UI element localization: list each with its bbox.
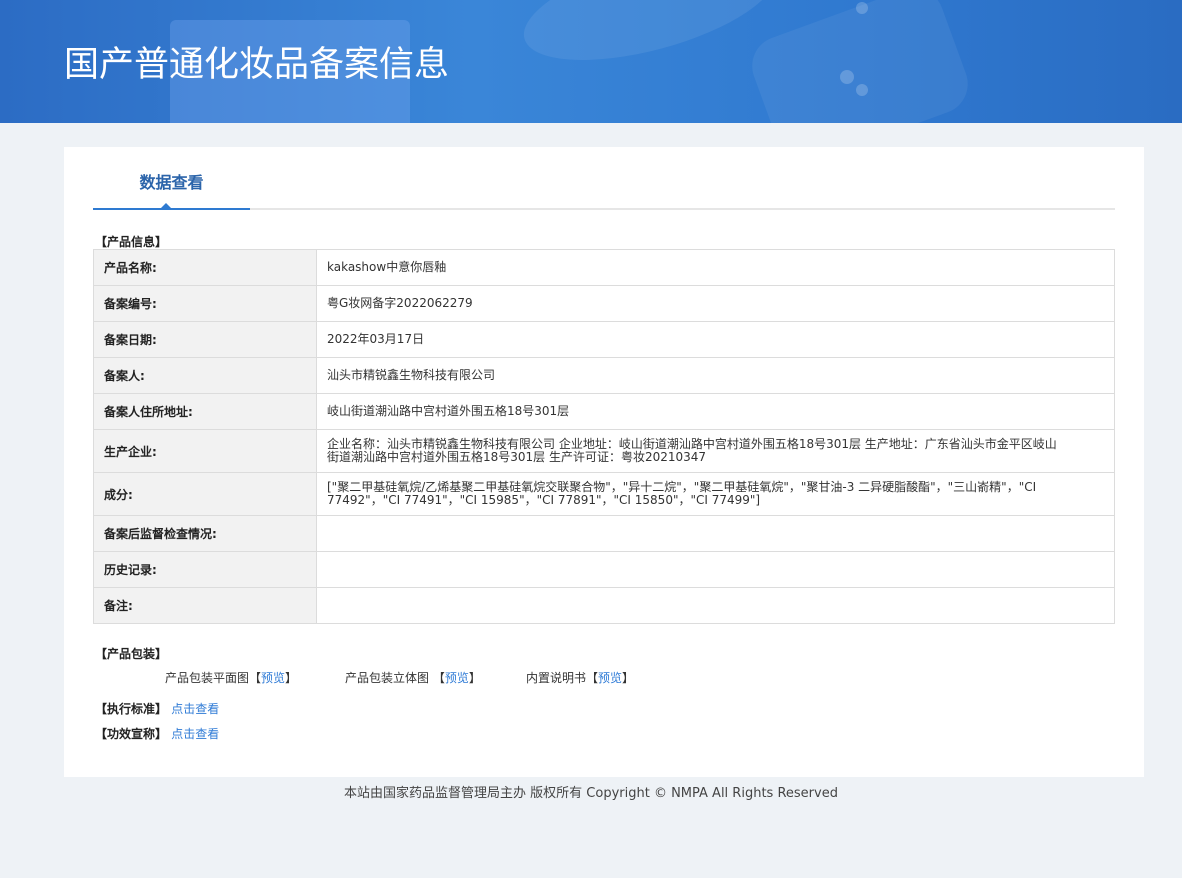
packaging-item: 产品包装平面图【预览】 [165, 669, 297, 686]
table-row: 备案日期: 2022年03月17日 [93, 321, 1115, 358]
header-decoration [743, 0, 977, 123]
header-decoration-dot [856, 84, 868, 96]
field-label: 历史记录: [93, 551, 317, 588]
page-header: 国产普通化妆品备案信息 [0, 0, 1182, 123]
page-title: 国产普通化妆品备案信息 [64, 45, 450, 85]
bracket: 】 [285, 671, 298, 685]
history-value [316, 551, 1115, 588]
efficacy-label: 【功效宣称】 [95, 727, 168, 741]
table-row: 产品名称: kakashow中意你唇釉 [93, 249, 1115, 286]
remarks-value [316, 587, 1115, 624]
header-decoration-dot [856, 2, 868, 14]
bracket: 】 [468, 671, 481, 685]
preview-link[interactable]: 预览 [445, 671, 469, 685]
footer-copyright: 本站由国家药品监督管理局主办 版权所有 Copyright © NMPA All… [344, 786, 838, 801]
product-info-section-label: 【产品信息】 [95, 235, 168, 249]
packaging-item-label: 产品包装平面图 [165, 671, 250, 685]
field-label: 成分: [93, 472, 317, 516]
field-label: 备注: [93, 587, 317, 624]
table-row: 历史记录: [93, 551, 1115, 588]
bracket: 【 [432, 671, 445, 685]
tab-bar: 数据查看 [93, 147, 1115, 210]
supervision-value [316, 515, 1115, 552]
product-name-value: kakashow中意你唇釉 [316, 249, 1115, 286]
table-row: 备案编号: 粤G妆网备字2022062279 [93, 285, 1115, 322]
header-decoration [512, 0, 788, 83]
standard-label: 【执行标准】 [95, 702, 168, 716]
preview-link[interactable]: 预览 [598, 671, 622, 685]
tab-label: 数据查看 [139, 173, 204, 192]
field-label: 生产企业: [93, 429, 317, 473]
table-row: 备案人住所地址: 岐山街道潮汕路中宫村道外围五格18号301层 [93, 393, 1115, 430]
registration-date-value: 2022年03月17日 [316, 321, 1115, 358]
packaging-item-label: 内置说明书 [526, 671, 587, 685]
content-card: 数据查看 【产品信息】 产品名称: kakashow中意你唇釉 备案编号: 粤G… [64, 147, 1144, 777]
registrant-value: 汕头市精锐鑫生物科技有限公司 [316, 357, 1115, 394]
field-label: 备案人住所地址: [93, 393, 317, 430]
header-decoration-dot [840, 70, 854, 84]
table-row: 备案后监督检查情况: [93, 515, 1115, 552]
efficacy-section: 【功效宣称】 点击查看 [95, 725, 219, 742]
field-label: 备案日期: [93, 321, 317, 358]
registration-number-value: 粤G妆网备字2022062279 [316, 285, 1115, 322]
product-info-table: 产品名称: kakashow中意你唇釉 备案编号: 粤G妆网备字20220622… [93, 249, 1115, 624]
manufacturer-value: 企业名称：汕头市精锐鑫生物科技有限公司 企业地址：岐山街道潮汕路中宫村道外围五格… [316, 429, 1115, 473]
field-label: 产品名称: [93, 249, 317, 286]
packaging-item-label: 产品包装立体图 [345, 671, 433, 685]
efficacy-view-link[interactable]: 点击查看 [171, 727, 219, 741]
registrant-address-value: 岐山街道潮汕路中宫村道外围五格18号301层 [316, 393, 1115, 430]
packaging-section-label: 【产品包装】 [95, 647, 168, 661]
ingredients-value: ["聚二甲基硅氧烷/乙烯基聚二甲基硅氧烷交联聚合物"，"异十二烷"，"聚二甲基硅… [316, 472, 1115, 516]
field-label: 备案编号: [93, 285, 317, 322]
table-row: 成分: ["聚二甲基硅氧烷/乙烯基聚二甲基硅氧烷交联聚合物"，"异十二烷"，"聚… [93, 472, 1115, 516]
field-label: 备案后监督检查情况: [93, 515, 317, 552]
table-row: 生产企业: 企业名称：汕头市精锐鑫生物科技有限公司 企业地址：岐山街道潮汕路中宫… [93, 429, 1115, 473]
packaging-item: 内置说明书【预览】 [526, 669, 634, 686]
tab-active-caret-icon [159, 203, 173, 210]
table-row: 备注: [93, 587, 1115, 624]
bracket: 【 [249, 671, 262, 685]
packaging-item: 产品包装立体图 【预览】 [345, 669, 481, 686]
standard-section: 【执行标准】 点击查看 [95, 700, 219, 717]
field-label: 备案人: [93, 357, 317, 394]
standard-view-link[interactable]: 点击查看 [171, 702, 219, 716]
tab-data-view[interactable]: 数据查看 [93, 147, 250, 210]
bracket: 】 [622, 671, 635, 685]
preview-link[interactable]: 预览 [261, 671, 285, 685]
bracket: 【 [586, 671, 599, 685]
table-row: 备案人: 汕头市精锐鑫生物科技有限公司 [93, 357, 1115, 394]
